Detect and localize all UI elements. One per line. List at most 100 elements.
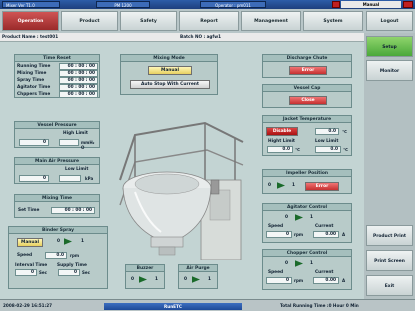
monitor-button[interactable]: Monitor	[366, 60, 413, 81]
product-name: Product Name : test001	[2, 34, 59, 39]
interval-sec-unit: Sec	[39, 270, 47, 275]
buzzer-switch-icon[interactable]	[139, 276, 147, 283]
impeller-switch-icon[interactable]	[277, 182, 285, 189]
jacket-low-limit-value[interactable]: 0.0	[315, 146, 341, 153]
vessel-pressure-high-limit[interactable]	[59, 139, 79, 146]
agitator-speed-value[interactable]: 0	[266, 231, 292, 238]
vessel-pressure-title: Vessel Pressure	[15, 122, 99, 129]
agitator-on-label: 1	[310, 215, 313, 220]
air-pressure-unit: kPa	[85, 176, 94, 181]
auto-stop-current-button[interactable]: Auto Stop With Current	[130, 80, 210, 89]
chopper-on-label: 1	[310, 261, 313, 266]
jacket-high-limit-label: Hight Limit	[268, 139, 295, 144]
tab-safety[interactable]: Safety	[120, 11, 177, 31]
right-sidebar: Setup Monitor Product Print Print Screen…	[364, 33, 415, 299]
supply-sec-unit: Sec	[82, 270, 90, 275]
logout-button[interactable]: Logout	[366, 11, 413, 31]
air-purge-on-label: 1	[208, 277, 211, 282]
low-limit-label: Low Limit	[65, 167, 89, 172]
time-reset-title[interactable]: Time Reset	[15, 55, 99, 62]
jacket-low-unit: ℃	[343, 147, 348, 152]
binder-speed-label: Speed	[17, 253, 33, 258]
high-limit-label: High Limit	[63, 131, 88, 136]
buzzer-title: Buzzer	[126, 265, 164, 272]
product-info-row: Product Name : test001 Batch NO : agfw1	[0, 33, 364, 42]
air-purge-panel: Air Purge 0 1	[178, 264, 218, 289]
chopper-speed-unit: rpm	[294, 278, 304, 283]
vessel-cap-close-button[interactable]: Close	[289, 96, 327, 105]
mixing-time-label: Mixing Time	[17, 71, 47, 76]
supply-time-value[interactable]: 0	[58, 269, 80, 276]
choppers-time-value: 00 : 00 : 00	[59, 91, 98, 98]
alarm-indicator	[332, 1, 340, 8]
mixing-time-value: 00 : 00 : 00	[59, 70, 98, 77]
jacket-temp-value: 0.0	[315, 128, 339, 135]
print-screen-button[interactable]: Print Screen	[366, 250, 413, 271]
tab-product[interactable]: Product	[61, 11, 118, 31]
air-purge-switch-icon[interactable]	[192, 276, 200, 283]
binder-spray-title: Binder Spray	[9, 227, 107, 234]
jacket-disable-button[interactable]: Disable	[266, 127, 298, 136]
vessel-pressure-unit: mmH₂ O	[81, 140, 95, 150]
batch-number: Batch NO : agfw1	[180, 34, 222, 39]
machine-model: PM 1200	[96, 1, 150, 8]
impeller-off-label: 0	[268, 183, 271, 188]
agitator-switch-icon[interactable]	[295, 214, 303, 221]
binder-speed-unit: rpm	[70, 253, 80, 258]
air-pressure-value: 0	[19, 175, 49, 182]
agitator-speed-label: Speed	[268, 224, 284, 229]
setup-button[interactable]: Setup	[366, 36, 413, 57]
set-time-value[interactable]: 00 : 00 : 00	[51, 207, 95, 214]
buzzer-panel: Buzzer 0 1	[125, 264, 165, 289]
agitator-time-value: 00 : 00 : 00	[59, 84, 98, 91]
binder-spray-panel: Binder Spray Manual 0 1 Speed 0.0 rpm In…	[8, 226, 108, 289]
mixing-time-panel: Mixing Time Set Time 00 : 00 : 00	[14, 194, 100, 218]
air-pressure-low-limit[interactable]	[59, 175, 81, 182]
chopper-control-panel: Chopper Control 0 1 Speed Current 0 rpm …	[262, 249, 352, 290]
tab-operation[interactable]: Operation	[2, 11, 59, 31]
vessel-pressure-value: 0	[19, 139, 49, 146]
mixing-manual-button[interactable]: Manual	[148, 66, 192, 75]
spray-time-label: Spray Time	[17, 78, 45, 83]
agitator-control-title: Agitator Control	[263, 204, 351, 211]
jacket-high-limit-value[interactable]: 0.0	[267, 146, 293, 153]
status-bar: 2008-02-29 16:51:27 RunETC Total Running…	[0, 299, 415, 311]
tab-system[interactable]: System	[303, 11, 363, 31]
exit-button[interactable]: Exit	[366, 275, 413, 296]
total-running-time: Total Running Time :0 Hour 0 Min	[280, 303, 359, 308]
operator-info: Operator : pm011	[200, 1, 266, 8]
impeller-error-button[interactable]: Error	[305, 182, 339, 191]
chopper-current-value: 0.00	[313, 277, 339, 284]
binder-switch-icon[interactable]	[64, 238, 72, 245]
binder-off-label: 0	[57, 239, 60, 244]
discharge-chute-panel: Discharge Chute Error	[262, 54, 352, 78]
agitator-current-label: Current	[315, 224, 334, 229]
discharge-error-button[interactable]: Error	[289, 66, 327, 75]
binder-speed-value[interactable]: 0.0	[45, 252, 67, 259]
binder-manual-button[interactable]: Manual	[17, 238, 43, 247]
chopper-switch-icon[interactable]	[295, 260, 303, 267]
chopper-speed-label: Speed	[268, 270, 284, 275]
tab-management[interactable]: Management	[241, 11, 301, 31]
title-bar: Mixer Ver T1.0 PM 1200 Operator : pm011 …	[0, 0, 415, 9]
operation-panel: Time Reset Running Time 00 : 00 : 00 Mix…	[0, 42, 364, 299]
chopper-control-title: Chopper Control	[263, 250, 351, 257]
impeller-position-title: Impeller Position	[263, 170, 351, 177]
buzzer-off-label: 0	[131, 277, 134, 282]
tab-report[interactable]: Report	[179, 11, 239, 31]
status-message: RunETC	[104, 303, 242, 310]
mixing-mode-panel: Mixing Mode Manual Auto Stop With Curren…	[120, 54, 218, 95]
mixer-vessel-image	[119, 121, 244, 260]
chopper-speed-value[interactable]: 0	[266, 277, 292, 284]
agitator-time-label: Agitator Time	[17, 85, 51, 90]
vessel-cap-panel: Vessel Cap Close	[262, 84, 352, 108]
close-indicator[interactable]	[403, 1, 413, 8]
product-print-button[interactable]: Product Print	[366, 225, 413, 246]
agitator-off-label: 0	[285, 215, 288, 220]
jacket-temp-unit: ℃	[342, 129, 347, 134]
jacket-temperature-title: Jacket Temperature	[263, 116, 351, 123]
chopper-current-label: Current	[315, 270, 334, 275]
interval-time-value[interactable]: 0	[15, 269, 37, 276]
air-pressure-title: Main Air Pressure	[15, 158, 99, 165]
jacket-temperature-panel: Jacket Temperature Disable 0.0 ℃ Hight L…	[262, 115, 352, 156]
